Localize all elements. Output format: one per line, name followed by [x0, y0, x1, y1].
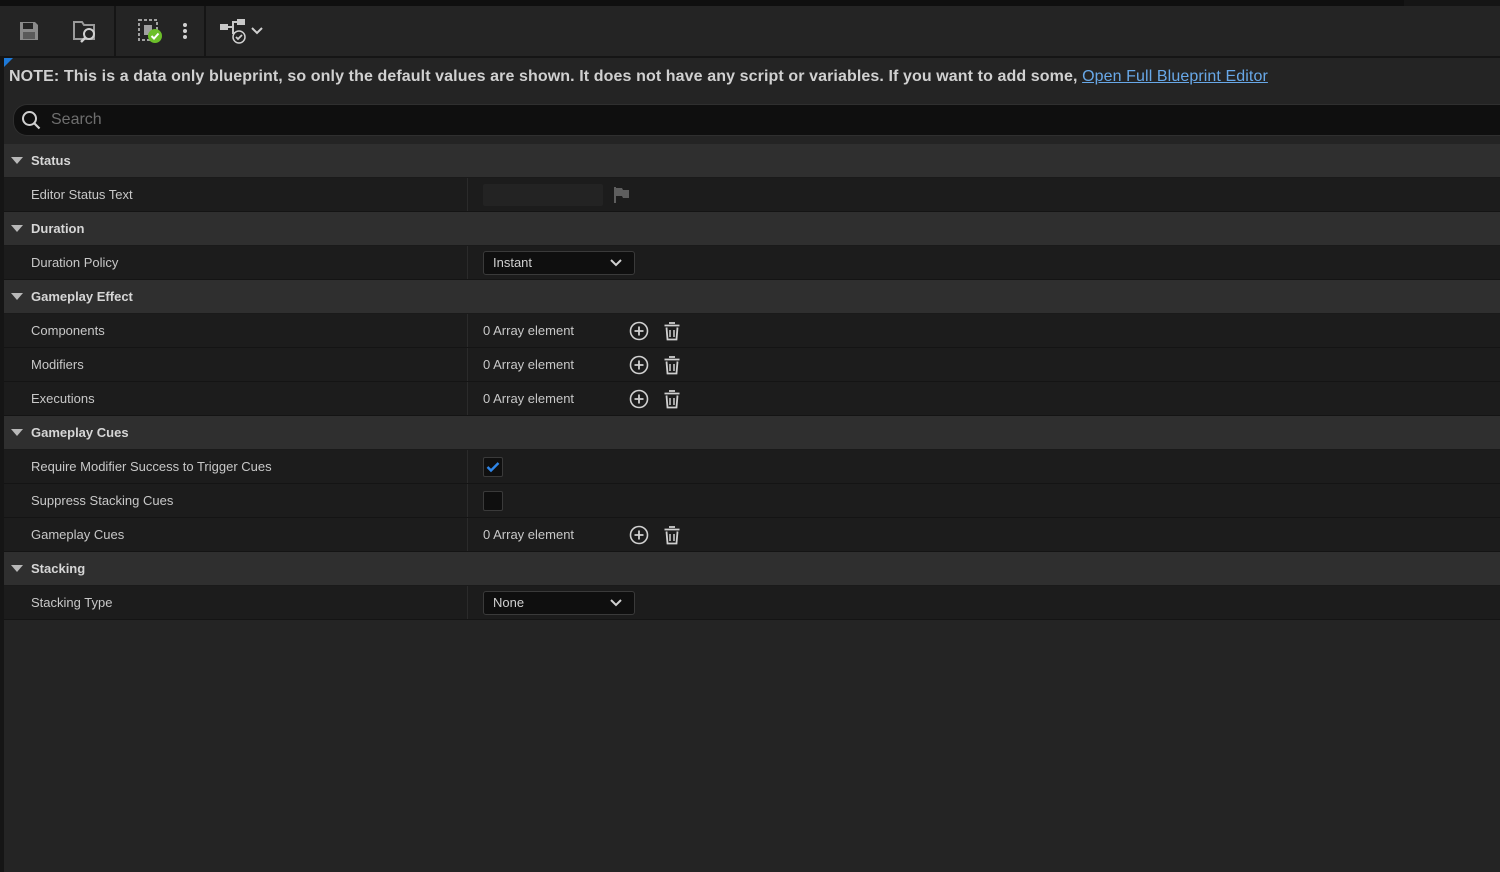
plus-circle-icon [629, 389, 649, 408]
expand-arrow-icon [11, 565, 23, 572]
clear-elements-button[interactable] [661, 320, 683, 342]
category-title: Gameplay Effect [31, 289, 133, 304]
add-element-button[interactable] [628, 388, 650, 410]
property-row-stacking-type: Stacking Type None [4, 586, 1500, 620]
column-divider[interactable] [467, 484, 468, 517]
dropdown-value: Instant [493, 255, 533, 270]
property-row-require-modifier-success: Require Modifier Success to Trigger Cues [4, 450, 1500, 484]
save-button[interactable] [0, 6, 58, 56]
column-divider[interactable] [467, 450, 468, 483]
browse-button[interactable] [58, 6, 114, 56]
trash-icon [664, 525, 680, 544]
suppress-stacking-cues-checkbox[interactable] [483, 490, 503, 511]
property-label: Editor Status Text [31, 187, 133, 202]
trash-icon [664, 321, 680, 340]
category-duration[interactable]: Duration [4, 212, 1500, 246]
property-label: Executions [31, 391, 95, 406]
column-divider[interactable] [467, 586, 468, 619]
column-divider[interactable] [467, 314, 468, 347]
open-full-blueprint-editor-link[interactable]: Open Full Blueprint Editor [1082, 68, 1268, 85]
property-label: Require Modifier Success to Trigger Cues [31, 459, 272, 474]
property-label: Components [31, 323, 105, 338]
search-icon [22, 111, 41, 130]
clear-elements-button[interactable] [661, 524, 683, 546]
search-input[interactable] [49, 110, 1453, 130]
property-row-editor-status-text: Editor Status Text [4, 178, 1500, 212]
note-text: NOTE: This is a data only blueprint, so … [9, 68, 1078, 85]
compile-options-button[interactable] [176, 6, 194, 56]
property-label: Stacking Type [31, 595, 113, 610]
toolbar [0, 6, 1500, 56]
more-options-icon [183, 23, 187, 39]
property-label: Suppress Stacking Cues [31, 493, 174, 508]
clear-elements-button[interactable] [661, 354, 683, 376]
browse-icon [73, 21, 95, 43]
plus-circle-icon [629, 355, 649, 374]
expand-arrow-icon [11, 225, 23, 232]
expand-arrow-icon [11, 157, 23, 164]
diff-icon [220, 19, 246, 44]
category-title: Gameplay Cues [31, 425, 129, 440]
duration-policy-dropdown[interactable]: Instant [483, 250, 635, 275]
category-title: Stacking [31, 561, 86, 576]
editor-status-text-field[interactable] [483, 183, 603, 206]
category-gameplay-effect[interactable]: Gameplay Effect [4, 280, 1500, 314]
column-divider[interactable] [467, 178, 468, 211]
property-row-gameplay-cues: Gameplay Cues 0 Array element [4, 518, 1500, 552]
toolbar-separator [114, 6, 116, 56]
array-count: 0 Array element [483, 391, 575, 406]
column-divider[interactable] [467, 518, 468, 551]
add-element-button[interactable] [628, 524, 650, 546]
stacking-type-dropdown[interactable]: None [483, 590, 635, 615]
chevron-down-icon [610, 598, 622, 606]
column-divider[interactable] [467, 246, 468, 279]
toolbar-separator [204, 6, 206, 56]
details-panel: NOTE: This is a data only blueprint, so … [4, 58, 1500, 872]
category-status[interactable]: Status [4, 144, 1500, 178]
column-divider[interactable] [467, 382, 468, 415]
property-row-executions: Executions 0 Array element [4, 382, 1500, 416]
plus-circle-icon [629, 525, 649, 544]
property-row-modifiers: Modifiers 0 Array element [4, 348, 1500, 382]
array-count: 0 Array element [483, 527, 575, 542]
category-stacking[interactable]: Stacking [4, 552, 1500, 586]
property-row-duration-policy: Duration Policy Instant [4, 246, 1500, 280]
checkmark-icon [486, 461, 500, 472]
category-title: Status [31, 153, 71, 168]
compile-icon [138, 19, 162, 43]
panel-corner-marker [4, 58, 13, 67]
add-element-button[interactable] [628, 320, 650, 342]
plus-circle-icon [629, 321, 649, 340]
array-count: 0 Array element [483, 357, 575, 372]
flag-icon[interactable] [613, 186, 631, 204]
property-label: Duration Policy [31, 255, 119, 270]
save-icon [20, 22, 38, 40]
property-row-components: Components 0 Array element [4, 314, 1500, 348]
chevron-down-icon [610, 258, 622, 266]
column-divider[interactable] [467, 348, 468, 381]
trash-icon [664, 389, 680, 408]
trash-icon [664, 355, 680, 374]
chevron-down-icon [251, 27, 263, 35]
category-title: Duration [31, 221, 85, 236]
expand-arrow-icon [11, 293, 23, 300]
expand-arrow-icon [11, 429, 23, 436]
property-row-suppress-stacking-cues: Suppress Stacking Cues [4, 484, 1500, 518]
array-count: 0 Array element [483, 323, 575, 338]
dropdown-value: None [493, 595, 525, 610]
add-element-button[interactable] [628, 354, 650, 376]
data-only-note: NOTE: This is a data only blueprint, so … [9, 68, 1268, 86]
diff-button[interactable] [214, 6, 268, 56]
category-gameplay-cues[interactable]: Gameplay Cues [4, 416, 1500, 450]
clear-elements-button[interactable] [661, 388, 683, 410]
search-box [13, 104, 1500, 136]
property-label: Modifiers [31, 357, 84, 372]
property-grid: Status Editor Status Text Duration Durat… [4, 144, 1500, 620]
property-label: Gameplay Cues [31, 527, 125, 542]
require-modifier-success-checkbox[interactable] [483, 456, 503, 477]
compile-button[interactable] [126, 6, 176, 56]
